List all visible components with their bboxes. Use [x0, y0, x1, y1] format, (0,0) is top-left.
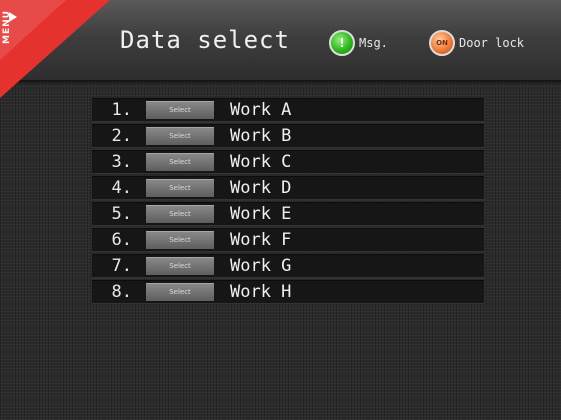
- door-lock-glyph: ON: [436, 39, 448, 47]
- item-number: 3.: [111, 152, 132, 172]
- list-item: 3. Select Work C: [92, 150, 484, 174]
- select-button[interactable]: Select: [146, 205, 214, 223]
- door-lock-icon[interactable]: ON: [429, 30, 455, 56]
- work-name: Work H: [230, 282, 292, 302]
- list-item: 5. Select Work E: [92, 202, 484, 226]
- work-name: Work C: [230, 152, 292, 172]
- message-label: Msg.: [359, 36, 388, 50]
- screen: MENU Data select ! Msg. ON Door lock 1. …: [0, 0, 561, 420]
- list-item: 4. Select Work D: [92, 176, 484, 200]
- work-name: Work G: [230, 256, 292, 276]
- menu-label[interactable]: MENU: [2, 10, 12, 44]
- work-name: Work E: [230, 204, 292, 224]
- select-button[interactable]: Select: [146, 179, 214, 197]
- door-lock-label: Door lock: [459, 36, 525, 50]
- message-glyph: !: [339, 36, 345, 50]
- select-button[interactable]: Select: [146, 231, 214, 249]
- item-number: 2.: [111, 126, 132, 146]
- door-lock-indicator[interactable]: ON Door lock: [429, 30, 524, 56]
- select-button[interactable]: Select: [146, 101, 214, 119]
- message-indicator[interactable]: ! Msg.: [329, 30, 388, 56]
- item-number: 8.: [111, 282, 132, 302]
- item-number: 1.: [111, 100, 132, 120]
- message-icon[interactable]: !: [329, 30, 355, 56]
- list-item: 8. Select Work H: [92, 280, 484, 304]
- list-item: 1. Select Work A: [92, 98, 484, 122]
- item-number: 5.: [111, 204, 132, 224]
- work-name: Work B: [230, 126, 292, 146]
- item-number: 6.: [111, 230, 132, 250]
- page-title: Data select: [120, 26, 290, 54]
- select-button[interactable]: Select: [146, 127, 214, 145]
- item-number: 4.: [111, 178, 132, 198]
- list-item: 7. Select Work G: [92, 254, 484, 278]
- list-item: 2. Select Work B: [92, 124, 484, 148]
- work-name: Work F: [230, 230, 292, 250]
- item-number: 7.: [111, 256, 132, 276]
- work-name: Work D: [230, 178, 292, 198]
- select-button[interactable]: Select: [146, 153, 214, 171]
- select-button[interactable]: Select: [146, 257, 214, 275]
- list-item: 6. Select Work F: [92, 228, 484, 252]
- work-name: Work A: [230, 100, 292, 120]
- select-button[interactable]: Select: [146, 283, 214, 301]
